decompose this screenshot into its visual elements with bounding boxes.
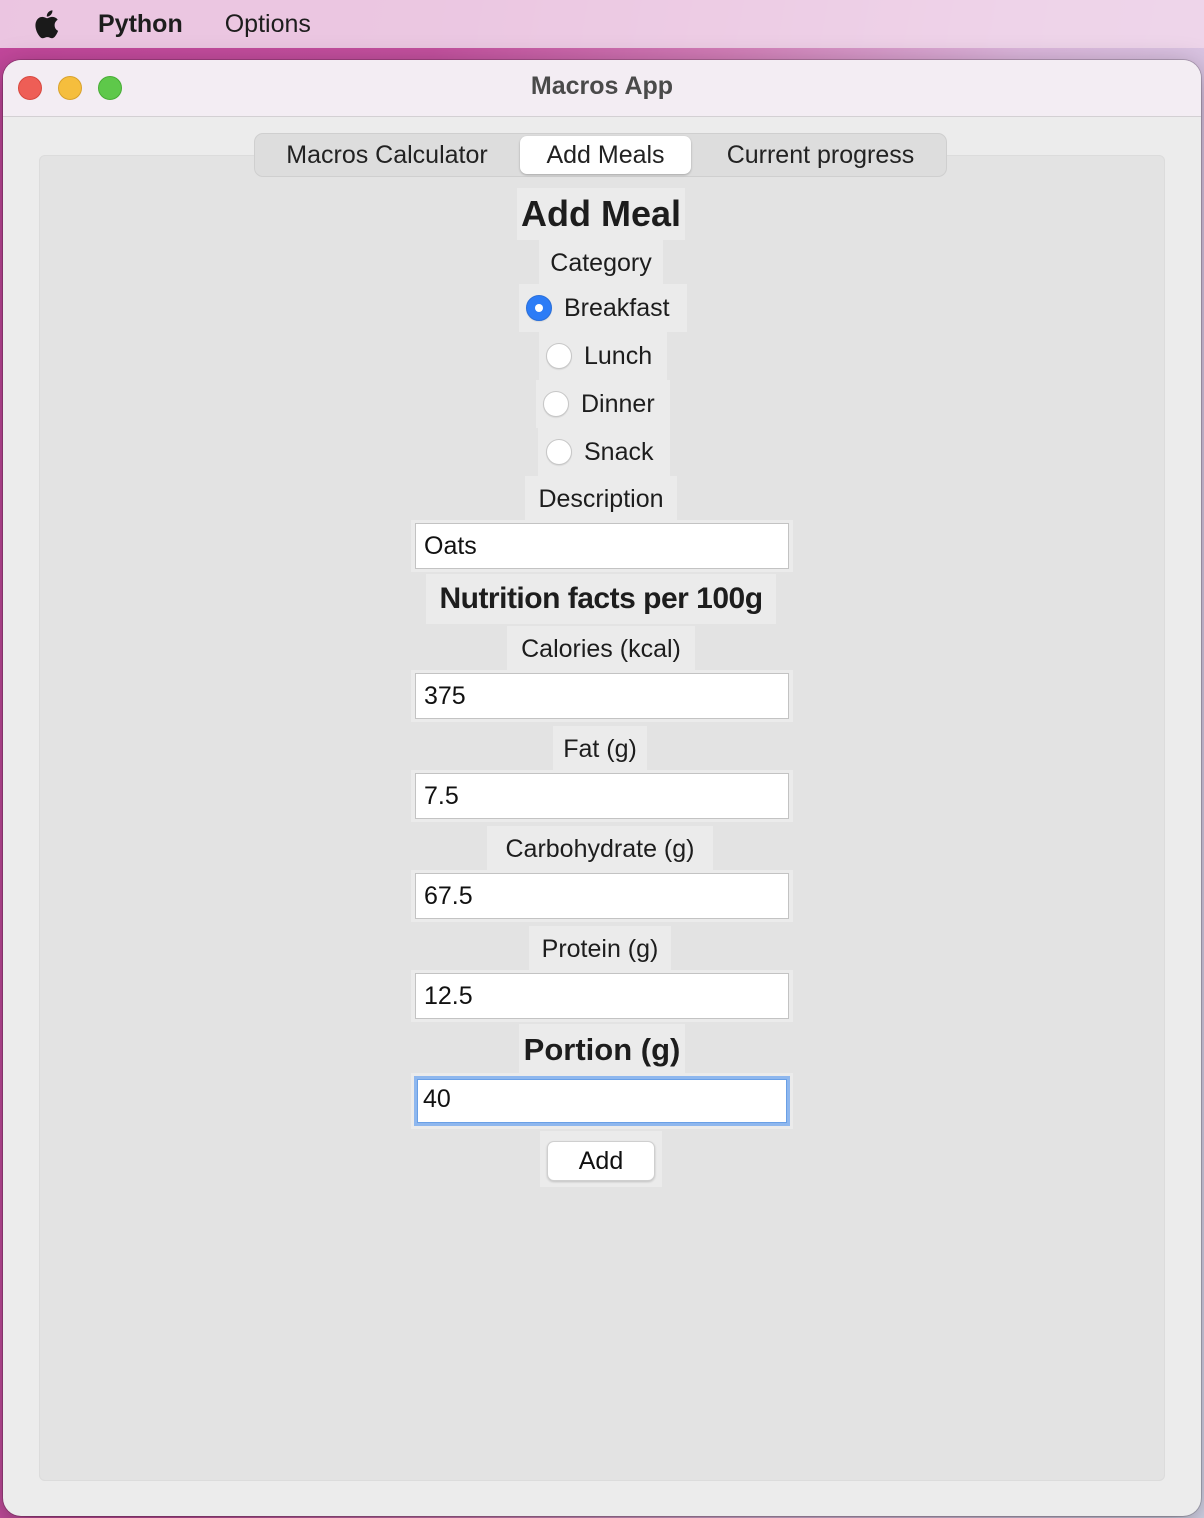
form-title: Add Meal xyxy=(517,188,685,240)
menu-item-options[interactable]: Options xyxy=(225,10,311,39)
title-bar: Macros App xyxy=(3,60,1201,117)
category-label: Category xyxy=(539,240,663,286)
description-field-wrap: Oats xyxy=(411,520,793,572)
radio-unselected-icon[interactable] xyxy=(546,343,572,369)
carbohydrate-field-wrap: 67.5 xyxy=(411,870,793,922)
portion-input[interactable]: 40 xyxy=(414,1076,790,1126)
carbohydrate-input[interactable]: 67.5 xyxy=(415,873,789,919)
macros-app-window: Macros App Macros Calculator Add Meals C… xyxy=(3,60,1201,1516)
portion-label: Portion (g) xyxy=(519,1024,685,1076)
calories-field-wrap: 375 xyxy=(411,670,793,722)
apple-logo-icon[interactable] xyxy=(30,7,60,41)
description-label: Description xyxy=(525,476,677,522)
radio-breakfast[interactable]: Breakfast xyxy=(519,284,687,332)
menu-bar: Python Options xyxy=(0,0,1204,48)
radio-lunch[interactable]: Lunch xyxy=(539,332,667,380)
radio-label-lunch: Lunch xyxy=(584,341,653,370)
radio-unselected-icon[interactable] xyxy=(546,439,572,465)
tab-current-progress[interactable]: Current progress xyxy=(698,134,943,176)
protein-field-wrap: 12.5 xyxy=(411,970,793,1022)
radio-label-breakfast: Breakfast xyxy=(564,293,670,322)
radio-snack[interactable]: Snack xyxy=(538,428,670,476)
radio-label-dinner: Dinner xyxy=(581,389,655,418)
radio-dinner[interactable]: Dinner xyxy=(536,380,670,428)
window-title: Macros App xyxy=(530,72,674,100)
menu-app-name[interactable]: Python xyxy=(98,10,183,39)
tab-macros-calculator[interactable]: Macros Calculator xyxy=(261,134,513,176)
fat-input[interactable]: 7.5 xyxy=(415,773,789,819)
protein-label: Protein (g) xyxy=(529,926,671,972)
tab-bar: Macros Calculator Add Meals Current prog… xyxy=(254,133,947,177)
fat-field-wrap: 7.5 xyxy=(411,770,793,822)
radio-unselected-icon[interactable] xyxy=(543,391,569,417)
portion-field-wrap: 40 xyxy=(411,1073,793,1129)
calories-label: Calories (kcal) xyxy=(507,626,695,672)
nutrition-heading: Nutrition facts per 100g xyxy=(426,574,776,624)
calories-input[interactable]: 375 xyxy=(415,673,789,719)
description-input[interactable]: Oats xyxy=(415,523,789,569)
radio-selected-icon[interactable] xyxy=(526,295,552,321)
tab-add-meals[interactable]: Add Meals xyxy=(520,136,691,174)
add-button-wrap: Add xyxy=(540,1131,662,1187)
radio-label-snack: Snack xyxy=(584,437,654,466)
fat-label: Fat (g) xyxy=(553,726,647,772)
protein-input[interactable]: 12.5 xyxy=(415,973,789,1019)
carbohydrate-label: Carbohydrate (g) xyxy=(487,826,713,872)
add-button[interactable]: Add xyxy=(547,1141,655,1181)
